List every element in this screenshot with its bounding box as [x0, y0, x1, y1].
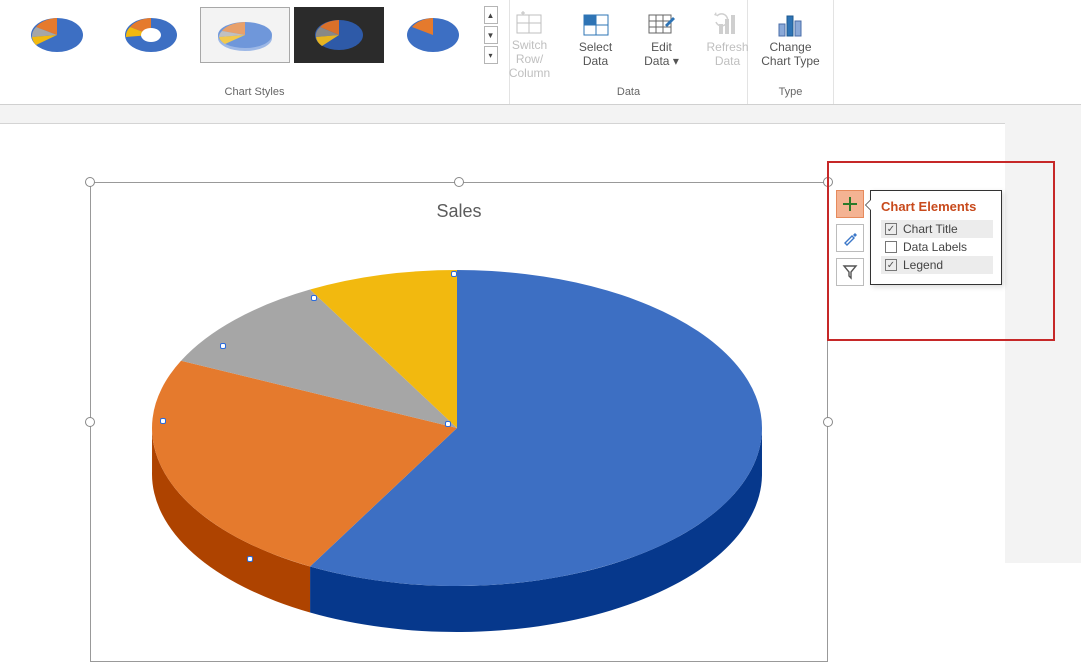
chart-elements-button[interactable] [836, 190, 864, 218]
resize-handle[interactable] [823, 417, 833, 427]
chevron-down-icon: ▾ [673, 54, 679, 68]
type-group-buttons: Change Chart Type [747, 4, 835, 78]
data-point-handle[interactable] [311, 295, 317, 301]
group-label-chart-styles: Chart Styles [225, 82, 285, 104]
flyout-item-label: Chart Title [903, 222, 958, 236]
checkbox[interactable]: ✓ [885, 259, 897, 271]
chart-style-thumb-5[interactable] [388, 7, 478, 63]
chart-style-thumb-4[interactable] [294, 7, 384, 63]
flyout-item-label: Data Labels [903, 240, 967, 254]
switch-row-column-button: Switch Row/ Column [497, 6, 563, 76]
group-chart-styles: ▲ ▼ ▾ Chart Styles [0, 0, 510, 104]
edit-data-icon [646, 11, 678, 39]
group-data: Switch Row/ Column Select Data Edit Data… [510, 0, 748, 104]
checkbox[interactable] [885, 241, 897, 253]
select-data-icon [580, 11, 612, 39]
flyout-item[interactable]: Data Labels [881, 238, 993, 256]
edit-data-button[interactable]: Edit Data ▾ [629, 6, 695, 76]
chart-styles-button[interactable] [836, 224, 864, 252]
resize-handle[interactable] [85, 177, 95, 187]
ribbon: ▲ ▼ ▾ Chart Styles Switch Row/ Column Se… [0, 0, 1081, 105]
group-label-type: Type [779, 82, 803, 104]
change-chart-type-label: Change Chart Type [761, 41, 819, 69]
chart-elements-flyout: Chart Elements ✓ Chart Title Data Labels ✓ L… [870, 190, 1002, 285]
refresh-icon [712, 11, 744, 39]
refresh-data-label: Refresh Data [706, 41, 748, 69]
flyout-title: Chart Elements [881, 199, 993, 214]
chart-style-thumb-1[interactable] [12, 7, 102, 63]
pie-chart[interactable] [127, 233, 787, 653]
brush-icon [842, 230, 858, 246]
data-point-handle[interactable] [451, 271, 457, 277]
data-point-handle[interactable] [445, 421, 451, 427]
chart-style-gallery: ▲ ▼ ▾ [10, 4, 500, 66]
chart-selection-frame[interactable]: Sales [90, 182, 828, 662]
chart-style-thumb-2[interactable] [106, 7, 196, 63]
data-point-handle[interactable] [160, 418, 166, 424]
data-group-buttons: Switch Row/ Column Select Data Edit Data… [491, 4, 767, 78]
data-point-handle[interactable] [247, 556, 253, 562]
flyout-pointer [865, 199, 871, 211]
switch-row-column-label: Switch Row/ Column [498, 39, 562, 80]
data-point-handle[interactable] [220, 343, 226, 349]
flyout-item-label: Legend [903, 258, 943, 272]
group-type: Change Chart Type Type [748, 0, 834, 104]
group-label-data: Data [617, 82, 640, 104]
chart-side-buttons [836, 190, 864, 286]
resize-handle[interactable] [823, 177, 833, 187]
checkbox[interactable]: ✓ [885, 223, 897, 235]
chart-style-thumb-3[interactable] [200, 7, 290, 63]
resize-handle[interactable] [454, 177, 464, 187]
workspace: Sales Ch [0, 105, 1081, 563]
chart-title[interactable]: Sales [91, 201, 827, 222]
switch-rows-icon [514, 11, 546, 37]
chart-filters-button[interactable] [836, 258, 864, 286]
flyout-item[interactable]: ✓ Chart Title [881, 220, 993, 238]
select-data-button[interactable]: Select Data [563, 6, 629, 76]
funnel-icon [842, 264, 858, 280]
flyout-item[interactable]: ✓ Legend [881, 256, 993, 274]
select-data-label: Select Data [579, 41, 612, 69]
change-chart-type-button[interactable]: Change Chart Type [753, 6, 829, 76]
plus-icon [842, 196, 858, 212]
edit-data-label: Edit Data ▾ [644, 41, 679, 69]
slide[interactable]: Sales Ch [0, 123, 1005, 563]
resize-handle[interactable] [85, 417, 95, 427]
change-chart-type-icon [775, 11, 807, 39]
